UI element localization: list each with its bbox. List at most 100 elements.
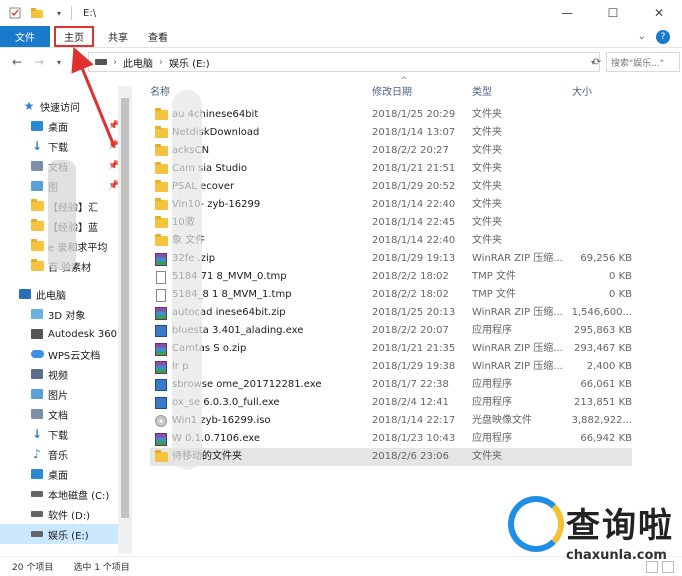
file-row[interactable]: acksCN2018/2/2 20:27文件夹 [150,142,632,160]
file-row[interactable]: ox_se 6.0.3.0_full.exe 2018/2/4 12:41 应用程序… [150,394,632,412]
file-size [570,196,632,214]
sidebar-item-label: WPS云文档 [48,350,101,362]
sidebar-item[interactable]: 娱乐 (E:) [0,524,118,544]
sidebar-item[interactable]: 文档 [0,404,118,424]
sidebar-item-label: 娱乐 (E:) [48,530,89,542]
title-separator [71,6,72,20]
column-date[interactable]: 修改日期 [372,76,412,104]
sidebar-item[interactable]: WPS云文档 [0,344,118,364]
customize-toolbar-icon[interactable]: ▾ [52,6,66,20]
file-date: 2018/1/29 20:52 [372,181,456,192]
file-row[interactable]: sbrowse ome_201712281.exe 2018/1/7 22:38 应… [150,376,632,394]
watermark-logo-icon [508,496,564,552]
file-size: 3,882,922... [571,415,632,426]
file-size [570,142,632,160]
file-type: 文件夹 [472,199,502,210]
sidebar-item-label: 文档 [48,410,68,422]
file-row[interactable]: 5184 71 8_MVM_0.tmp 2018/2/2 18:02 TMP 文件 0… [150,268,632,286]
file-type: 光盘映像文件 [472,415,532,426]
file-row[interactable]: W 0.1.0.7106.exe 2018/1/23 10:43 应用程序 66,94… [150,430,632,448]
blur-mask [172,90,202,470]
file-row[interactable]: 10激2018/1/14 22:45文件夹 [150,214,632,232]
sidebar-item[interactable]: 桌面 [0,464,118,484]
new-folder-icon[interactable] [30,6,44,20]
file-type: 应用程序 [472,397,512,408]
minimize-button[interactable]: — [544,0,590,26]
tab-home[interactable]: 主页 [54,26,94,47]
column-size[interactable]: 大小 [572,76,592,104]
forward-button[interactable]: → [30,55,48,69]
folder-icon [30,239,44,253]
sidebar-item[interactable]: ↓ 下载 [0,424,118,444]
tab-file[interactable]: 文件 [0,26,50,47]
sidebar-item-label: 图片 [48,390,68,402]
sidebar-item-label: Autodesk 360 [48,328,117,340]
close-button[interactable]: ✕ [636,0,682,26]
file-type: 应用程序 [472,433,512,444]
folder-icon [154,450,168,464]
folder-icon [154,162,168,176]
drive-icon [30,507,44,521]
file-row[interactable]: NetdiskDownload 2018/1/14 13:07 文件夹 [150,124,632,142]
file-date: 2018/2/2 18:02 [372,271,449,282]
zip-icon [154,360,168,374]
maximize-button[interactable]: ☐ [590,0,636,26]
up-button[interactable]: ↑ [70,55,88,69]
file-row[interactable]: Cam sia Studio 2018/1/21 21:51 文件夹 [150,160,632,178]
breadcrumb-drive-e[interactable]: 娱乐 (E:) [169,55,210,70]
refresh-icon[interactable]: ⟳ [590,52,604,72]
tab-share[interactable]: 共享 [98,26,138,47]
file-row[interactable]: bluesta 3.401_alading.exe 2018/2/2 20:07 应… [150,322,632,340]
file-row[interactable]: lr p2018/1/29 19:38WinRAR ZIP 压缩...2,400… [150,358,632,376]
watermark: 查询啦 chaxunla.com [508,496,678,572]
file-date: 2018/1/25 20:29 [372,109,456,120]
address-bar[interactable]: › 此电脑 › 娱乐 (E:) ▾ [88,52,600,72]
scrollbar-thumb[interactable] [121,98,129,518]
recent-locations-icon[interactable]: ▾ [50,58,68,67]
computer-icon [18,287,32,301]
sidebar-item[interactable]: 软件 (D:) [0,504,118,524]
sidebar-item[interactable]: 视频 [0,364,118,384]
file-type: WinRAR ZIP 压缩... [472,343,563,354]
file-size: 2,400 KB [586,361,632,372]
video-icon [30,367,44,381]
search-input[interactable]: 搜索"娱乐..." [606,52,680,72]
file-row[interactable]: 象 文件2018/1/14 22:40文件夹 [150,232,632,250]
item-count: 20 个项目 [12,563,54,573]
file-row[interactable]: Camtas S o.zip 2018/1/21 21:35 WinRAR ZIP … [150,340,632,358]
sidebar-item[interactable]: 此电脑 [0,284,118,304]
sidebar-item[interactable]: ↓ 下载 📌 [0,136,119,156]
sidebar-item[interactable]: 图片 [0,384,118,404]
column-type[interactable]: 类型 [472,76,492,104]
file-row[interactable]: au 4chinese64bit 2018/1/25 20:29 文件夹 [150,106,632,124]
file-row[interactable]: 32fe .zip2018/1/29 19:13WinRAR ZIP 压缩...… [150,250,632,268]
document-icon [30,407,44,421]
help-icon[interactable]: ? [656,29,670,44]
file-row[interactable]: 5184_8 1 8_MVM_1.tmp 2018/2/2 18:02 TMP 文件… [150,286,632,304]
tab-view[interactable]: 查看 [138,26,178,47]
file-row[interactable]: Win1 zyb-16299.iso 2018/1/14 22:17 光盘映像文件 3… [150,412,632,430]
zip-icon [154,252,168,266]
sidebar-item[interactable]: ♪ 音乐 [0,444,118,464]
file-row[interactable]: Vin10- zyb-16299 2018/1/14 22:40 文件夹 [150,196,632,214]
ribbon-right: ⌄ ? [638,26,682,47]
breadcrumb-this-pc[interactable]: 此电脑 [123,55,153,70]
back-button[interactable]: ← [8,55,26,69]
sidebar-item[interactable]: 桌面 📌 [0,116,119,136]
file-size: 66,942 KB [580,433,632,444]
properties-icon[interactable] [8,6,22,20]
column-name[interactable]: 名称 [150,76,170,104]
sidebar-item[interactable]: Autodesk 360 [0,324,118,344]
file-row[interactable]: 待移动的文件夹 2018/2/6 23:06 文件夹 [150,448,632,466]
expand-ribbon-icon[interactable]: ⌄ [638,31,646,42]
folder-icon [154,180,168,194]
file-date: 2018/1/14 13:07 [372,127,456,138]
sidebar-item[interactable]: 本地磁盘 (C:) [0,484,118,504]
navigation-scrollbar[interactable] [118,86,132,554]
address-chevron-icon[interactable]: › [159,57,163,68]
file-row[interactable]: autocad inese64bit.zip 2018/1/25 20:13 Win… [150,304,632,322]
sidebar-item[interactable]: ★ 快速访问 [0,96,118,116]
sidebar-item[interactable]: 3D 对象 [0,304,118,324]
address-chevron-icon[interactable]: › [113,57,117,68]
file-row[interactable]: PSAL ecover 2018/1/29 20:52 文件夹 [150,178,632,196]
